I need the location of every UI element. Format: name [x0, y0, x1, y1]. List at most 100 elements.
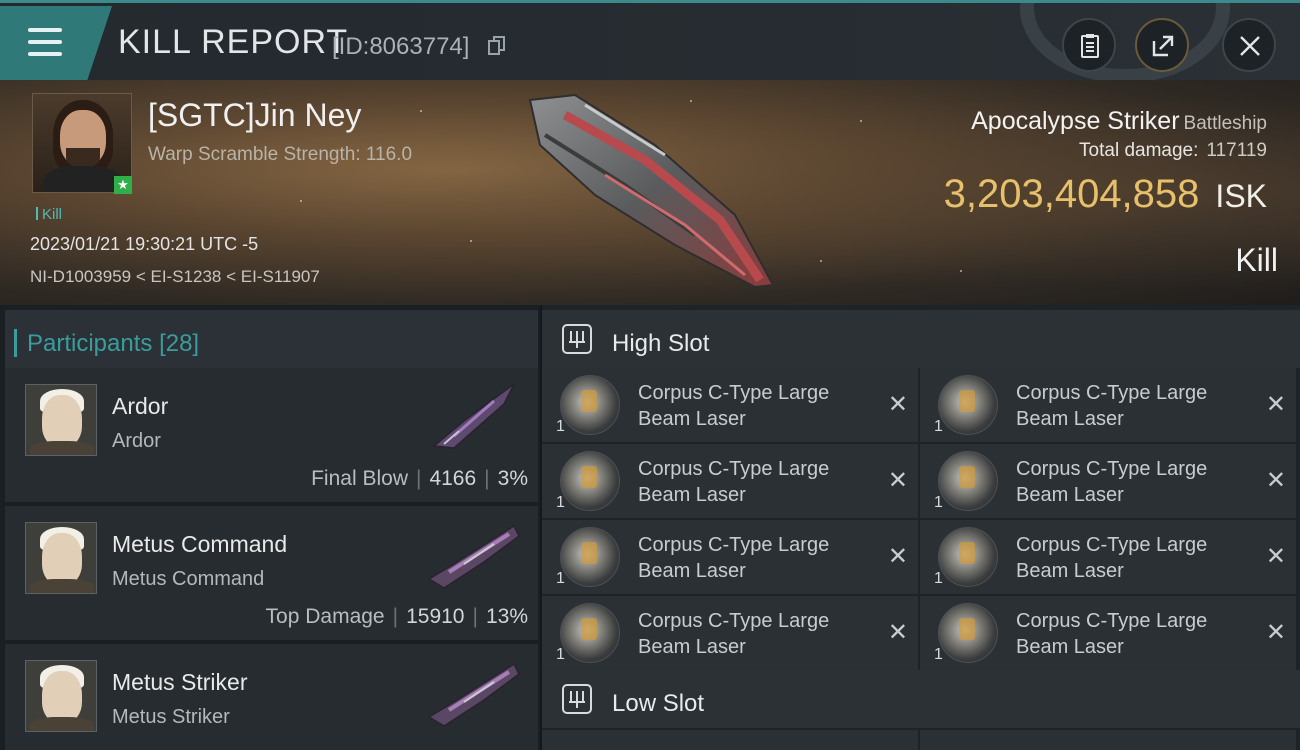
- beam-laser-icon: [938, 375, 998, 435]
- clipboard-button[interactable]: [1062, 18, 1116, 72]
- module-quantity: 1: [556, 418, 565, 435]
- participant-stats: Final Blow | 4166 | 3%: [311, 467, 528, 490]
- close-icon: [1240, 36, 1260, 56]
- ship-class: Battleship: [1183, 113, 1267, 134]
- participant-ship-icon: [427, 662, 520, 727]
- module-name: Corpus C-Type Large Beam Laser: [1016, 380, 1256, 432]
- participant-avatar[interactable]: [25, 660, 97, 732]
- copy-icon[interactable]: [488, 36, 506, 56]
- stat-label: Top Damage: [265, 605, 385, 628]
- fitting-panel: High Slot 1 Corpus C-Type Large Beam Laser…: [542, 305, 1300, 750]
- remove-icon[interactable]: ✕: [1266, 390, 1286, 419]
- participant-ship-icon: [427, 524, 520, 589]
- participant-row[interactable]: Ardor Ardor Final Blow | 4166 | 3%: [5, 368, 538, 502]
- kill-tag: Kill: [36, 206, 62, 223]
- participants-header: Participants [28]: [5, 310, 538, 368]
- low-slot-header[interactable]: Low Slot: [542, 670, 1300, 728]
- low-slot-label: Low Slot: [612, 690, 705, 717]
- module-name: Corpus C-Type Large Beam Laser: [638, 532, 878, 584]
- participant-corp: Ardor: [112, 430, 161, 452]
- remove-icon[interactable]: ✕: [888, 466, 908, 495]
- menu-button[interactable]: [0, 6, 112, 80]
- stat-percent: 3%: [497, 467, 528, 490]
- menu-icon: [28, 28, 62, 32]
- high-slot-module[interactable]: 1 Corpus C-Type Large Beam Laser ✕: [542, 444, 918, 518]
- module-name-line2: Beam Laser: [1016, 560, 1124, 582]
- isk-amount: 3,203,404,858: [943, 172, 1200, 216]
- ship-name-text: Apocalypse Striker: [971, 107, 1180, 135]
- module-name: Corpus C-Type Large Beam Laser: [638, 456, 878, 508]
- module-name-line1: Corpus C-Type Large: [638, 458, 830, 480]
- isk-value: 3,203,404,858 ISK: [944, 172, 1267, 217]
- high-slot-module[interactable]: 1 Corpus C-Type Large Beam Laser ✕: [920, 368, 1296, 442]
- beam-laser-icon: [560, 603, 620, 663]
- module-quantity: 1: [556, 646, 565, 663]
- module-quantity: 1: [934, 570, 943, 587]
- module-name-line2: Beam Laser: [1016, 408, 1124, 430]
- beam-laser-icon: [560, 375, 620, 435]
- slot-icon: [562, 324, 592, 354]
- participants-panel: Participants [28] Ardor Ardor Final Blow…: [0, 305, 540, 750]
- kill-result: Kill: [1235, 242, 1278, 278]
- kill-location[interactable]: NI-D1003959 < EI-S1238 < EI-S11907: [30, 267, 320, 287]
- participant-row[interactable]: Metus Striker Metus Striker: [5, 644, 538, 750]
- module-name: Corpus C-Type Large Beam Laser: [638, 608, 878, 660]
- low-slot-module[interactable]: [542, 730, 918, 750]
- module-name: Corpus C-Type Large Beam Laser: [638, 380, 878, 432]
- share-button[interactable]: [1135, 18, 1189, 72]
- module-quantity: 1: [934, 646, 943, 663]
- close-button[interactable]: [1222, 18, 1276, 72]
- module-name-line2: Beam Laser: [1016, 484, 1124, 506]
- remove-icon[interactable]: ✕: [888, 390, 908, 419]
- victim-pilot-name[interactable]: [SGTC]Jin Ney: [148, 97, 361, 134]
- participant-avatar[interactable]: [25, 522, 97, 594]
- remove-icon[interactable]: ✕: [1266, 466, 1286, 495]
- high-slot-module[interactable]: 1 Corpus C-Type Large Beam Laser ✕: [920, 596, 1296, 670]
- remove-icon[interactable]: ✕: [1266, 618, 1286, 647]
- remove-icon[interactable]: ✕: [888, 542, 908, 571]
- module-quantity: 1: [556, 494, 565, 511]
- remove-icon[interactable]: ✕: [888, 618, 908, 647]
- report-id: [ID:8063774]: [332, 33, 470, 60]
- victim-banner: ★ [SGTC]Jin Ney Warp Scramble Strength: …: [0, 80, 1300, 305]
- beam-laser-icon: [938, 527, 998, 587]
- remove-icon[interactable]: ✕: [1266, 542, 1286, 571]
- participant-row[interactable]: Metus Command Metus Command Top Damage | 1…: [5, 506, 538, 640]
- kill-datetime: 2023/01/21 19:30:21 UTC -5: [30, 234, 259, 254]
- victim-ship-image: [528, 93, 775, 289]
- module-name-line1: Corpus C-Type Large: [1016, 534, 1208, 556]
- module-name-line1: Corpus C-Type Large: [1016, 610, 1208, 632]
- isk-unit: ISK: [1215, 178, 1267, 214]
- participant-name: Ardor: [112, 393, 169, 419]
- participant-avatar[interactable]: [25, 384, 97, 456]
- stat-damage: 15910: [406, 605, 465, 628]
- stat-label: Final Blow: [311, 467, 408, 490]
- module-name-line2: Beam Laser: [638, 408, 746, 430]
- module-name-line2: Beam Laser: [638, 560, 746, 582]
- victim-ship-name[interactable]: Apocalypse Striker Battleship: [971, 107, 1267, 136]
- module-name-line1: Corpus C-Type Large: [1016, 382, 1208, 404]
- high-slot-header[interactable]: High Slot: [542, 310, 1300, 368]
- beam-laser-icon: [938, 451, 998, 511]
- low-slot-module[interactable]: [920, 730, 1296, 750]
- top-bar: KILL REPORT [ID:8063774]: [0, 0, 1300, 83]
- participant-corp: Metus Striker: [112, 706, 230, 728]
- high-slot-module[interactable]: 1 Corpus C-Type Large Beam Laser ✕: [542, 596, 918, 670]
- decorative-ring: [1010, 3, 1240, 83]
- module-quantity: 1: [934, 418, 943, 435]
- module-name-line2: Beam Laser: [1016, 636, 1124, 658]
- high-slot-module[interactable]: 1 Corpus C-Type Large Beam Laser ✕: [920, 520, 1296, 594]
- high-slot-module[interactable]: 1 Corpus C-Type Large Beam Laser ✕: [542, 368, 918, 442]
- module-name: Corpus C-Type Large Beam Laser: [1016, 532, 1256, 584]
- stat-percent: 13%: [485, 605, 528, 628]
- participants-count: [28]: [159, 330, 200, 357]
- menu-icon-bar: [28, 52, 62, 56]
- participant-stats: Top Damage | 15910 | 13%: [265, 605, 528, 628]
- high-slot-module[interactable]: 1 Corpus C-Type Large Beam Laser ✕: [542, 520, 918, 594]
- page-title: KILL REPORT: [118, 23, 349, 61]
- high-slot-module[interactable]: 1 Corpus C-Type Large Beam Laser ✕: [920, 444, 1296, 518]
- module-name-line1: Corpus C-Type Large: [1016, 458, 1208, 480]
- participant-corp: Metus Command: [112, 568, 265, 590]
- participants-label-text: Participants: [27, 330, 153, 357]
- warp-scramble-strength: Warp Scramble Strength: 116.0: [148, 144, 413, 165]
